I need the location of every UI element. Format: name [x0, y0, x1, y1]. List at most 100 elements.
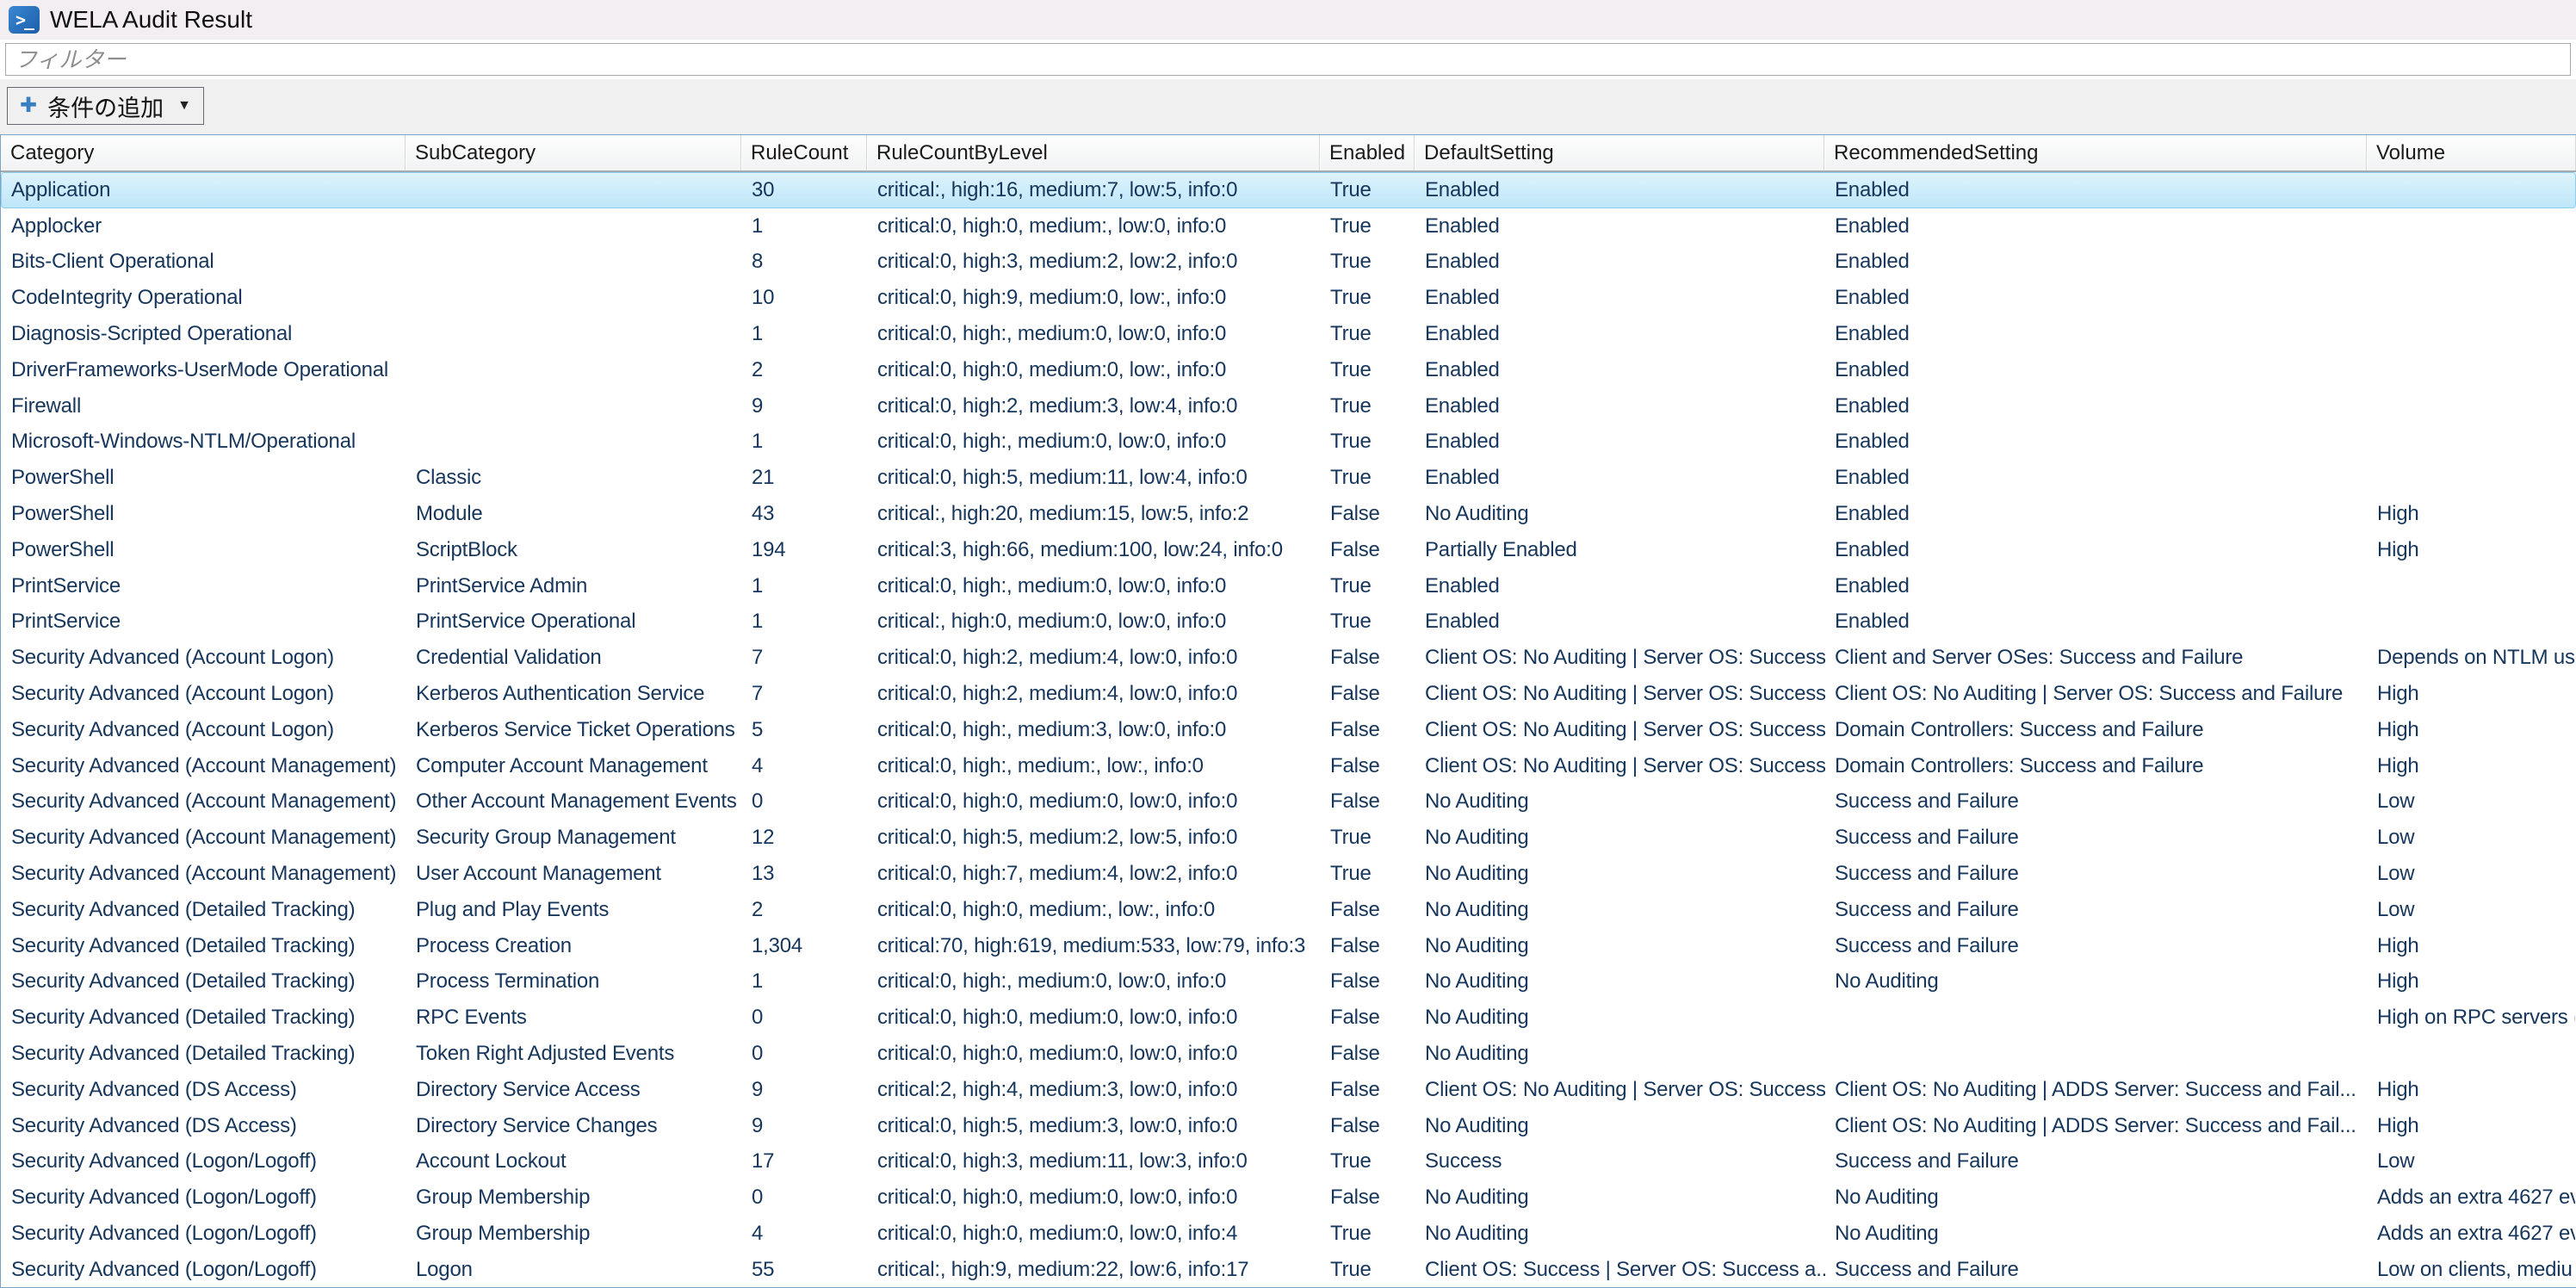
table-row[interactable]: Security Advanced (Account Management)Ot… [1, 784, 2576, 820]
table-cell: Client OS: No Auditing | Server OS: Succ… [1415, 641, 1825, 675]
table-cell: Client OS: Success | Server OS: Success … [1415, 1253, 1825, 1287]
table-cell [2368, 389, 2575, 424]
table-cell: False [1321, 893, 1415, 927]
table-row[interactable]: Security Advanced (Account Management)Us… [1, 856, 2576, 892]
table-cell: Security Advanced (Account Management) [2, 749, 406, 783]
table-cell: Security Advanced (Detailed Tracking) [2, 929, 406, 963]
filter-input[interactable] [5, 43, 2571, 76]
table-cell: critical:0, high:, medium:0, low:0, info… [868, 965, 1321, 1000]
table-row[interactable]: Applocker1critical:0, high:0, medium:, l… [1, 208, 2576, 245]
table-row[interactable]: Diagnosis-Scripted Operational1critical:… [1, 316, 2576, 352]
add-criteria-label: 条件の追加 [47, 90, 164, 123]
column-header-volume[interactable]: Volume [2367, 135, 2576, 170]
table-row[interactable]: Security Advanced (Account Logon)Kerbero… [1, 676, 2576, 712]
table-cell [2368, 173, 2575, 207]
table-cell: Enabled [1825, 209, 2368, 244]
table-cell: 0 [742, 785, 868, 820]
table-cell: False [1321, 1180, 1415, 1215]
table-cell [2368, 1037, 2575, 1071]
table-row[interactable]: Security Advanced (Account Management)Se… [1, 820, 2576, 856]
table-cell: Application [2, 173, 406, 207]
table-row[interactable]: PrintServicePrintService Operational1cri… [1, 604, 2576, 641]
add-criteria-button[interactable]: ✚ 条件の追加 ▼ [7, 87, 204, 125]
table-cell: 8 [742, 245, 868, 280]
table-cell: 1 [742, 965, 868, 1000]
table-cell [2368, 461, 2575, 495]
table-cell: 2 [742, 353, 868, 387]
table-row[interactable]: Security Advanced (Logon/Logoff)Account … [1, 1144, 2576, 1180]
table-cell: Bits-Client Operational [2, 245, 406, 280]
table-cell: High [2368, 533, 2575, 567]
table-cell: High [2368, 1073, 2575, 1107]
column-header-defaultsetting[interactable]: DefaultSetting [1415, 135, 1824, 170]
table-row[interactable]: Security Advanced (DS Access)Directory S… [1, 1072, 2576, 1108]
table-row[interactable]: Security Advanced (Account Logon)Credent… [1, 640, 2576, 676]
table-row[interactable]: Security Advanced (Logon/Logoff)Group Me… [1, 1216, 2576, 1252]
table-row[interactable]: Security Advanced (Logon/Logoff)Group Me… [1, 1180, 2576, 1216]
table-cell: Group Membership [406, 1180, 742, 1215]
table-cell: critical:70, high:619, medium:533, low:7… [868, 929, 1321, 963]
column-header-category[interactable]: Category [1, 135, 406, 170]
table-row[interactable]: Security Advanced (Account Logon)Kerbero… [1, 712, 2576, 748]
table-cell: Low on clients, mediu [2368, 1253, 2575, 1287]
table-cell: Enabled [1825, 353, 2368, 387]
table-cell: critical:0, high:0, medium:0, low:0, inf… [868, 1217, 1321, 1251]
table-row[interactable]: Security Advanced (Detailed Tracking)Pro… [1, 928, 2576, 964]
table-row[interactable]: Application30critical:, high:16, medium:… [1, 172, 2576, 208]
table-cell: critical:, high:0, medium:0, low:0, info… [868, 605, 1321, 640]
table-cell: False [1321, 1000, 1415, 1035]
table-cell: 7 [742, 641, 868, 675]
table-row[interactable]: PowerShellModule43critical:, high:20, me… [1, 496, 2576, 532]
table-row[interactable]: Security Advanced (Logon/Logoff)Logon55c… [1, 1252, 2576, 1288]
table-cell: No Auditing [1825, 1217, 2368, 1251]
table-cell: Security Advanced (Detailed Tracking) [2, 1037, 406, 1071]
table-cell: Enabled [1825, 569, 2368, 604]
table-cell: False [1321, 965, 1415, 1000]
table-cell: Client OS: No Auditing | Server OS: Succ… [1825, 677, 2368, 711]
table-row[interactable]: Microsoft-Windows-NTLM/Operational1criti… [1, 424, 2576, 461]
column-header-enabled[interactable]: Enabled [1320, 135, 1415, 170]
table-cell: High [2368, 929, 2575, 963]
table-cell: Process Termination [406, 965, 742, 1000]
table-row[interactable]: DriverFrameworks-UserMode Operational2cr… [1, 352, 2576, 388]
table-row[interactable]: PowerShellScriptBlock194critical:3, high… [1, 532, 2576, 568]
table-row[interactable]: Security Advanced (Account Management)Co… [1, 748, 2576, 784]
table-cell: Security Advanced (Detailed Tracking) [2, 1000, 406, 1035]
table-cell: Group Membership [406, 1217, 742, 1251]
table-cell [406, 245, 742, 280]
table-cell: Enabled [1825, 389, 2368, 424]
table-cell: True [1321, 1253, 1415, 1287]
plus-icon: ✚ [20, 96, 37, 116]
table-cell: Account Lockout [406, 1145, 742, 1180]
table-cell: Enabled [1415, 569, 1825, 604]
table-cell: True [1321, 569, 1415, 604]
table-row[interactable]: PowerShellClassic21critical:0, high:5, m… [1, 460, 2576, 496]
table-cell: Security Advanced (Detailed Tracking) [2, 965, 406, 1000]
table-row[interactable]: Security Advanced (DS Access)Directory S… [1, 1108, 2576, 1144]
table-row[interactable]: PrintServicePrintService Admin1critical:… [1, 568, 2576, 604]
table-cell [406, 281, 742, 315]
table-row[interactable]: CodeIntegrity Operational10critical:0, h… [1, 280, 2576, 316]
column-header-rulecount[interactable]: RuleCount [741, 135, 867, 170]
table-cell [2368, 209, 2575, 244]
table-row[interactable]: Bits-Client Operational8critical:0, high… [1, 245, 2576, 281]
column-header-subcategory[interactable]: SubCategory [406, 135, 741, 170]
table-row[interactable]: Firewall9critical:0, high:2, medium:3, l… [1, 388, 2576, 424]
table-cell: 4 [742, 749, 868, 783]
column-header-recommendedsetting[interactable]: RecommendedSetting [1824, 135, 2367, 170]
table-row[interactable]: Security Advanced (Detailed Tracking)Plu… [1, 892, 2576, 928]
table-row[interactable]: Security Advanced (Detailed Tracking)Tok… [1, 1036, 2576, 1072]
window-title: WELA Audit Result [50, 6, 252, 34]
column-header-rulecountbylevel[interactable]: RuleCountByLevel [867, 135, 1320, 170]
table-cell: DriverFrameworks-UserMode Operational [2, 353, 406, 387]
table-row[interactable]: Security Advanced (Detailed Tracking)RPC… [1, 1000, 2576, 1036]
table-row[interactable]: Security Advanced (Detailed Tracking)Pro… [1, 964, 2576, 1000]
table-cell: 13 [742, 857, 868, 891]
table-cell: No Auditing [1415, 893, 1825, 927]
table-cell: Enabled [1415, 281, 1825, 315]
table-cell: CodeIntegrity Operational [2, 281, 406, 315]
chevron-down-icon: ▼ [177, 98, 191, 114]
table-cell: False [1321, 641, 1415, 675]
table-cell: Diagnosis-Scripted Operational [2, 317, 406, 351]
table-cell [2368, 425, 2575, 460]
